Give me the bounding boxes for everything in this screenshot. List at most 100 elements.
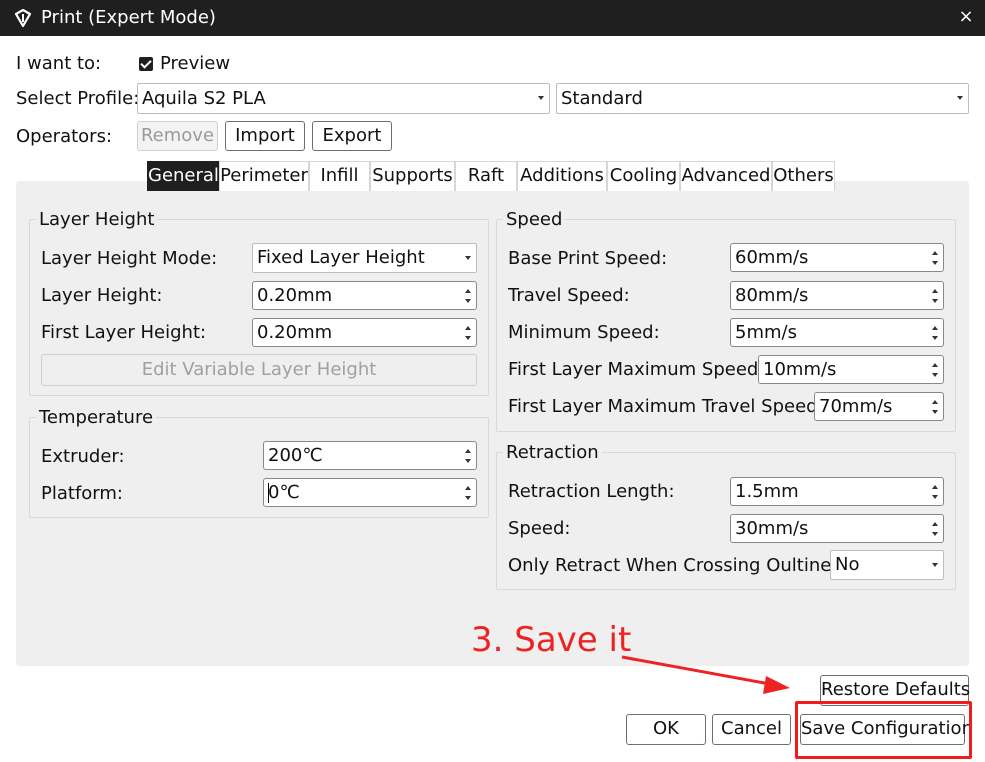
speed-title: Speed — [503, 209, 566, 230]
first-layer-max-travel-speed-label: First Layer Maximum Travel Speed: — [508, 396, 824, 417]
temperature-title: Temperature — [36, 407, 157, 428]
title-bar: Print (Expert Mode) × — [0, 0, 985, 36]
spin-down-icon[interactable] — [932, 410, 938, 414]
ok-button[interactable]: OK — [626, 714, 706, 745]
spin-up-icon[interactable] — [465, 449, 471, 453]
spin-up-icon[interactable] — [465, 289, 471, 293]
base-print-speed-value: 60mm/s — [735, 247, 809, 268]
spin-down-icon[interactable] — [465, 496, 471, 500]
first-layer-height-spinbox[interactable]: 0.20mm — [252, 318, 477, 347]
only-retract-label: Only Retract When Crossing Oultine: — [508, 555, 838, 576]
layer-height-mode-value: Fixed Layer Height — [257, 247, 425, 268]
spin-down-icon[interactable] — [932, 495, 938, 499]
profile-label: Select Profile: — [16, 88, 140, 109]
spin-up-icon[interactable] — [932, 400, 938, 404]
want-label: I want to: — [16, 53, 102, 74]
minimum-speed-value: 5mm/s — [735, 322, 797, 343]
cancel-button[interactable]: Cancel — [712, 714, 791, 745]
quality-select[interactable]: Standard — [556, 83, 969, 114]
retraction-speed-label: Speed: — [508, 518, 571, 539]
first-layer-max-speed-label: First Layer Maximum Speed: — [508, 359, 765, 380]
layer-height-mode-label: Layer Height Mode: — [41, 248, 218, 269]
layer-height-title: Layer Height — [36, 209, 158, 230]
travel-speed-label: Travel Speed: — [508, 285, 630, 306]
first-layer-max-travel-speed-spinbox[interactable]: 70mm/s — [814, 392, 944, 421]
preview-label[interactable]: Preview — [160, 53, 230, 74]
import-button[interactable]: Import — [225, 121, 305, 151]
text-caret — [268, 483, 269, 503]
tab-others[interactable]: Others — [772, 161, 835, 191]
spin-up-icon[interactable] — [932, 289, 938, 293]
layer-height-spinbox[interactable]: 0.20mm — [252, 281, 477, 310]
tab-supports[interactable]: Supports — [370, 161, 455, 191]
minimum-speed-spinbox[interactable]: 5mm/s — [730, 318, 944, 347]
operators-label: Operators: — [16, 126, 113, 147]
spin-up-icon[interactable] — [465, 486, 471, 490]
first-layer-height-label: First Layer Height: — [41, 322, 207, 343]
annotation-highlight-box — [795, 701, 972, 759]
tab-additions[interactable]: Additions — [517, 161, 607, 191]
chevron-down-icon — [538, 96, 544, 100]
layer-height-mode-select[interactable]: Fixed Layer Height — [252, 243, 477, 273]
extruder-label: Extruder: — [41, 446, 125, 467]
close-icon[interactable]: × — [956, 6, 976, 28]
spin-down-icon[interactable] — [932, 532, 938, 536]
chevron-down-icon — [957, 96, 963, 100]
travel-speed-value: 80mm/s — [735, 285, 809, 306]
tab-general[interactable]: General — [147, 161, 219, 191]
spin-up-icon[interactable] — [465, 326, 471, 330]
extruder-spinbox[interactable]: 200℃ — [263, 441, 477, 470]
retraction-title: Retraction — [503, 442, 602, 463]
spin-down-icon[interactable] — [465, 336, 471, 340]
tab-advanced[interactable]: Advanced — [680, 161, 772, 191]
retraction-speed-spinbox[interactable]: 30mm/s — [730, 514, 944, 543]
retraction-length-spinbox[interactable]: 1.5mm — [730, 477, 944, 506]
tab-raft[interactable]: Raft — [455, 161, 517, 191]
only-retract-select[interactable]: No — [830, 550, 944, 580]
tab-perimeter[interactable]: Perimeter — [219, 161, 309, 191]
tab-infill[interactable]: Infill — [309, 161, 370, 191]
first-layer-max-speed-value: 10mm/s — [763, 359, 837, 380]
minimum-speed-label: Minimum Speed: — [508, 322, 660, 343]
spin-up-icon[interactable] — [932, 522, 938, 526]
first-layer-max-speed-spinbox[interactable]: 10mm/s — [758, 355, 944, 384]
chevron-down-icon — [465, 256, 471, 260]
first-layer-height-value: 0.20mm — [257, 322, 333, 343]
spin-down-icon[interactable] — [932, 373, 938, 377]
first-layer-max-travel-speed-value: 70mm/s — [819, 396, 893, 417]
edit-variable-layer-height-button[interactable]: Edit Variable Layer Height — [41, 354, 477, 386]
remove-button[interactable]: Remove — [137, 121, 218, 151]
spin-up-icon[interactable] — [932, 251, 938, 255]
spin-down-icon[interactable] — [932, 336, 938, 340]
layer-height-value: 0.20mm — [257, 285, 333, 306]
profile-value: Aquila S2 PLA — [142, 88, 266, 109]
window-title: Print (Expert Mode) — [41, 7, 216, 28]
base-print-speed-spinbox[interactable]: 60mm/s — [730, 243, 944, 272]
annotation-text: 3. Save it — [471, 620, 632, 660]
quality-value: Standard — [561, 88, 643, 109]
extruder-value: 200℃ — [268, 445, 323, 466]
spin-up-icon[interactable] — [932, 485, 938, 489]
retraction-length-label: Retraction Length: — [508, 481, 675, 502]
travel-speed-spinbox[interactable]: 80mm/s — [730, 281, 944, 310]
app-logo-icon — [14, 9, 32, 27]
retraction-speed-value: 30mm/s — [735, 518, 809, 539]
spin-up-icon[interactable] — [932, 326, 938, 330]
retraction-length-value: 1.5mm — [735, 481, 799, 502]
platform-spinbox[interactable]: 0℃ — [263, 478, 477, 507]
spin-up-icon[interactable] — [932, 363, 938, 367]
spin-down-icon[interactable] — [932, 299, 938, 303]
export-button[interactable]: Export — [312, 121, 392, 151]
tab-cooling[interactable]: Cooling — [607, 161, 680, 191]
chevron-down-icon — [932, 563, 938, 567]
profile-select[interactable]: Aquila S2 PLA — [137, 83, 550, 114]
preview-checkbox[interactable] — [139, 57, 153, 71]
platform-label: Platform: — [41, 483, 123, 504]
base-print-speed-label: Base Print Speed: — [508, 248, 668, 269]
spin-down-icon[interactable] — [465, 459, 471, 463]
spin-down-icon[interactable] — [932, 261, 938, 265]
platform-value: 0℃ — [268, 482, 300, 503]
only-retract-value: No — [835, 554, 860, 575]
spin-down-icon[interactable] — [465, 299, 471, 303]
layer-height-label: Layer Height: — [41, 285, 163, 306]
